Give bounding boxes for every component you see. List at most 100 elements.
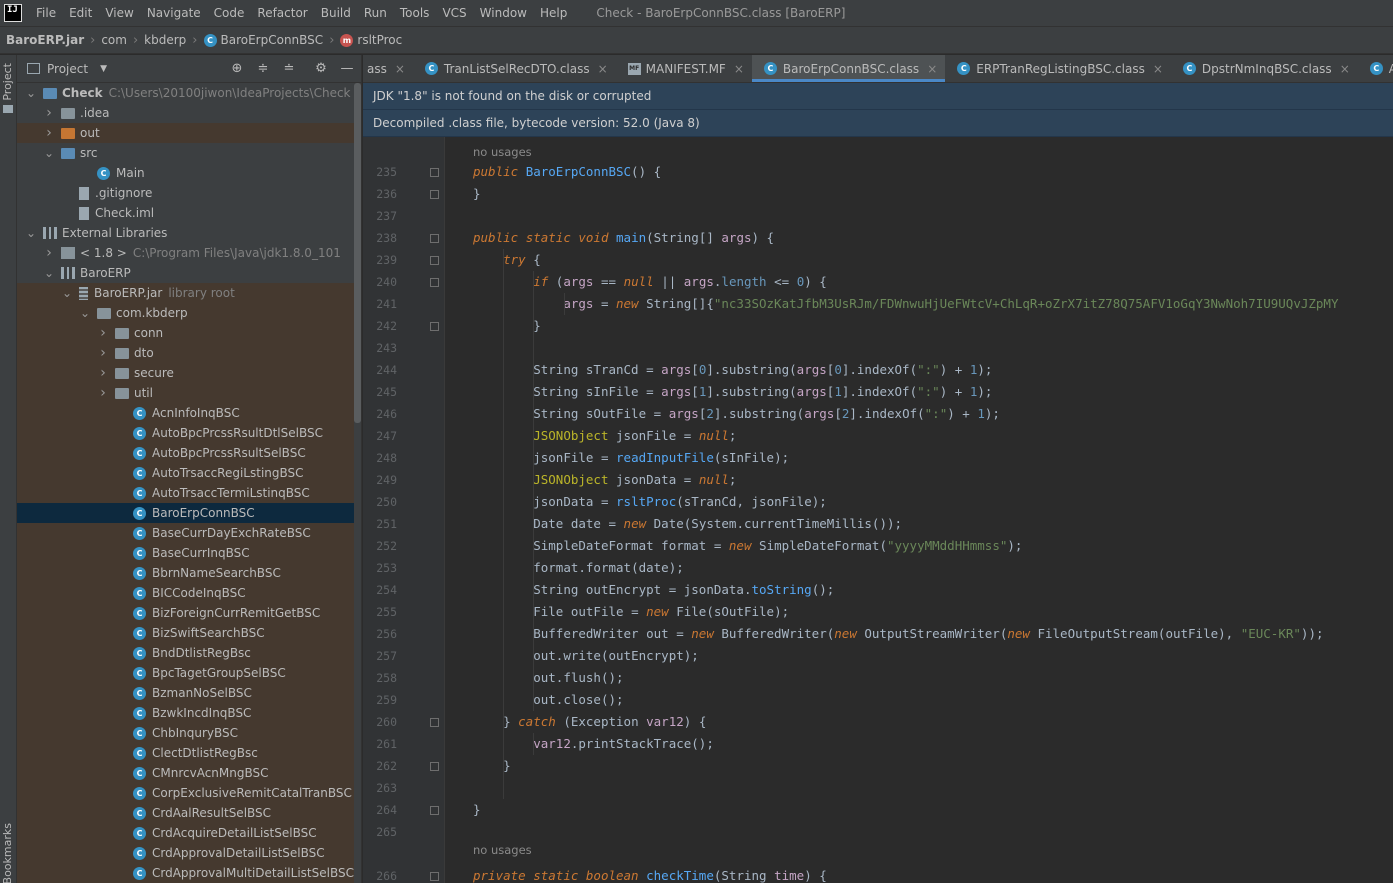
tree-item[interactable]: ›CClectDtlistRegBsc <box>17 743 354 763</box>
tree-item[interactable]: ⌄ com.kbderp <box>17 303 354 323</box>
fold-marker-icon[interactable] <box>430 234 439 243</box>
tree-item[interactable]: › < 1.8 > C:\Program Files\Java\jdk1.8.0_1… <box>17 243 354 263</box>
chevron-down-icon[interactable]: ⌄ <box>79 307 91 319</box>
tree-item[interactable]: ›CBpcTagetGroupSelBSC <box>17 663 354 683</box>
tree-item[interactable]: ⌄ Check C:\Users\20100jiwon\IdeaProjects\C… <box>17 83 354 103</box>
menu-code[interactable]: Code <box>214 6 245 20</box>
tree-item[interactable]: ⌄ BaroERP.jar library root <box>17 283 354 303</box>
tree-item[interactable]: ›CMain <box>17 163 354 183</box>
tree-item[interactable]: ›CCrdAalResultSelBSC <box>17 803 354 823</box>
editor-tab[interactable]: CAcnInfoInqBSC.class× <box>1358 55 1393 82</box>
tree-item[interactable]: ›CAutoTrsaccTermiLstinqBSC <box>17 483 354 503</box>
chevron-down-icon[interactable]: ⌄ <box>25 227 37 239</box>
chevron-right-icon[interactable]: › <box>97 385 109 401</box>
tree-item[interactable]: ›CAutoBpcPrcssRsultDtlSelBSC <box>17 423 354 443</box>
fold-marker-icon[interactable] <box>430 256 439 265</box>
close-icon[interactable]: × <box>1340 62 1350 76</box>
tree-item[interactable]: ⌄ src <box>17 143 354 163</box>
close-icon[interactable]: × <box>1153 62 1163 76</box>
fold-marker-icon[interactable] <box>430 168 439 177</box>
tree-item[interactable]: ›CBaroErpConnBSC <box>17 503 354 523</box>
tree-item[interactable]: › secure <box>17 363 354 383</box>
project-panel-title[interactable]: Project <box>47 62 88 76</box>
chevron-right-icon[interactable]: › <box>43 125 55 141</box>
menu-view[interactable]: View <box>105 6 133 20</box>
chevron-right-icon[interactable]: › <box>97 325 109 341</box>
tree-item[interactable]: ›CCrdAcquireDetailListSelBSC <box>17 823 354 843</box>
tree-item[interactable]: ›CBaseCurrDayExchRateBSC <box>17 523 354 543</box>
chevron-right-icon[interactable]: › <box>97 345 109 361</box>
breadcrumb-jar[interactable]: BaroERP.jar <box>6 33 84 47</box>
close-icon[interactable]: × <box>734 62 744 76</box>
tree-item[interactable]: ›CBaseCurrInqBSC <box>17 543 354 563</box>
chevron-down-icon[interactable]: ⌄ <box>61 287 73 299</box>
menu-vcs[interactable]: VCS <box>442 6 466 20</box>
fold-marker-icon[interactable] <box>430 278 439 287</box>
editor-tab[interactable]: MF MANIFEST.MF × <box>616 55 752 82</box>
tree-item[interactable]: ›CCrdApprovalMultiDetailListSelBSC <box>17 863 354 883</box>
menu-tools[interactable]: Tools <box>400 6 430 20</box>
tree-item[interactable]: ›CBndDtlistRegBsc <box>17 643 354 663</box>
fold-marker-icon[interactable] <box>430 718 439 727</box>
tree-item[interactable]: ›CBizSwiftSearchBSC <box>17 623 354 643</box>
editor-tab[interactable]: C TranListSelRecDTO.class × <box>413 55 616 82</box>
menu-file[interactable]: File <box>36 6 56 20</box>
menu-edit[interactable]: Edit <box>69 6 92 20</box>
menu-window[interactable]: Window <box>480 6 527 20</box>
project-tool-window-button[interactable]: Project <box>1 63 14 101</box>
expand-all-icon[interactable]: ≑ <box>255 61 271 77</box>
breadcrumb-package-kbderp[interactable]: kbderp <box>144 33 186 47</box>
close-icon[interactable]: × <box>927 62 937 76</box>
tree-item[interactable]: ⌄ External Libraries <box>17 223 354 243</box>
tree-item[interactable]: ›CBizForeignCurrRemitGetBSC <box>17 603 354 623</box>
breadcrumb-package-com[interactable]: com <box>101 33 127 47</box>
tree-item[interactable]: ›Check.iml <box>17 203 354 223</box>
tree-item[interactable]: › .idea <box>17 103 354 123</box>
tree-item[interactable]: ›CBICCodeInqBSC <box>17 583 354 603</box>
code-editor[interactable]: no usages 235 public BaroErpConnBSC() {236… <box>363 137 1393 883</box>
tree-item[interactable]: ›.gitignore <box>17 183 354 203</box>
menu-navigate[interactable]: Navigate <box>147 6 201 20</box>
intellij-logo-icon[interactable]: IJ <box>4 4 22 22</box>
close-icon[interactable]: × <box>598 62 608 76</box>
tree-item[interactable]: ›CChbInquryBSC <box>17 723 354 743</box>
chevron-right-icon[interactable]: › <box>43 245 55 261</box>
editor-tab[interactable]: C BaroErpConnBSC.class × <box>751 55 946 82</box>
fold-marker-icon[interactable] <box>430 190 439 199</box>
tree-item[interactable]: ›CCorpExclusiveRemitCatalTranBSC <box>17 783 354 803</box>
tree-item[interactable]: ›CCrdApprovalDetailListSelBSC <box>17 843 354 863</box>
tree-item[interactable]: › out <box>17 123 354 143</box>
menu-build[interactable]: Build <box>321 6 351 20</box>
menu-run[interactable]: Run <box>364 6 387 20</box>
editor-tab[interactable]: C ERPTranRegListingBSC.class × <box>945 55 1171 82</box>
view-mode-dropdown-icon[interactable]: ▼ <box>100 64 107 74</box>
fold-marker-icon[interactable] <box>430 806 439 815</box>
gear-icon[interactable]: ⚙ <box>313 61 329 77</box>
tree-item[interactable]: ›CBzmanNoSelBSC <box>17 683 354 703</box>
menu-help[interactable]: Help <box>540 6 567 20</box>
tree-item[interactable]: › dto <box>17 343 354 363</box>
collapse-all-icon[interactable]: ≐ <box>281 61 297 77</box>
tree-item[interactable]: ›CBbrnNameSearchBSC <box>17 563 354 583</box>
chevron-down-icon[interactable]: ⌄ <box>43 147 55 159</box>
locate-file-icon[interactable]: ⊕ <box>229 61 245 77</box>
tree-item[interactable]: › conn <box>17 323 354 343</box>
tree-item[interactable]: ›CAutoBpcPrcssRsultSelBSC <box>17 443 354 463</box>
fold-marker-icon[interactable] <box>430 872 439 881</box>
tree-item[interactable]: › util <box>17 383 354 403</box>
editor-tab[interactable]: C DpstrNmInqBSC.class × <box>1171 55 1358 82</box>
close-icon[interactable]: × <box>395 62 405 76</box>
fold-marker-icon[interactable] <box>430 762 439 771</box>
menu-refactor[interactable]: Refactor <box>257 6 307 20</box>
chevron-right-icon[interactable]: › <box>97 365 109 381</box>
hide-panel-icon[interactable]: — <box>339 61 355 77</box>
chevron-down-icon[interactable]: ⌄ <box>43 267 55 279</box>
tree-item[interactable]: ›CAutoTrsaccRegiLstingBSC <box>17 463 354 483</box>
tree-item[interactable]: ›CCMnrcvAcnMngBSC <box>17 763 354 783</box>
tree-item[interactable]: ⌄ BaroERP <box>17 263 354 283</box>
tree-item[interactable]: ›CBzwkIncdInqBSC <box>17 703 354 723</box>
editor-tab[interactable]: ass × <box>363 55 413 82</box>
chevron-down-icon[interactable]: ⌄ <box>25 87 37 99</box>
tree-item[interactable]: ›CAcnInfoInqBSC <box>17 403 354 423</box>
breadcrumb-class[interactable]: C BaroErpConnBSC <box>203 33 323 47</box>
